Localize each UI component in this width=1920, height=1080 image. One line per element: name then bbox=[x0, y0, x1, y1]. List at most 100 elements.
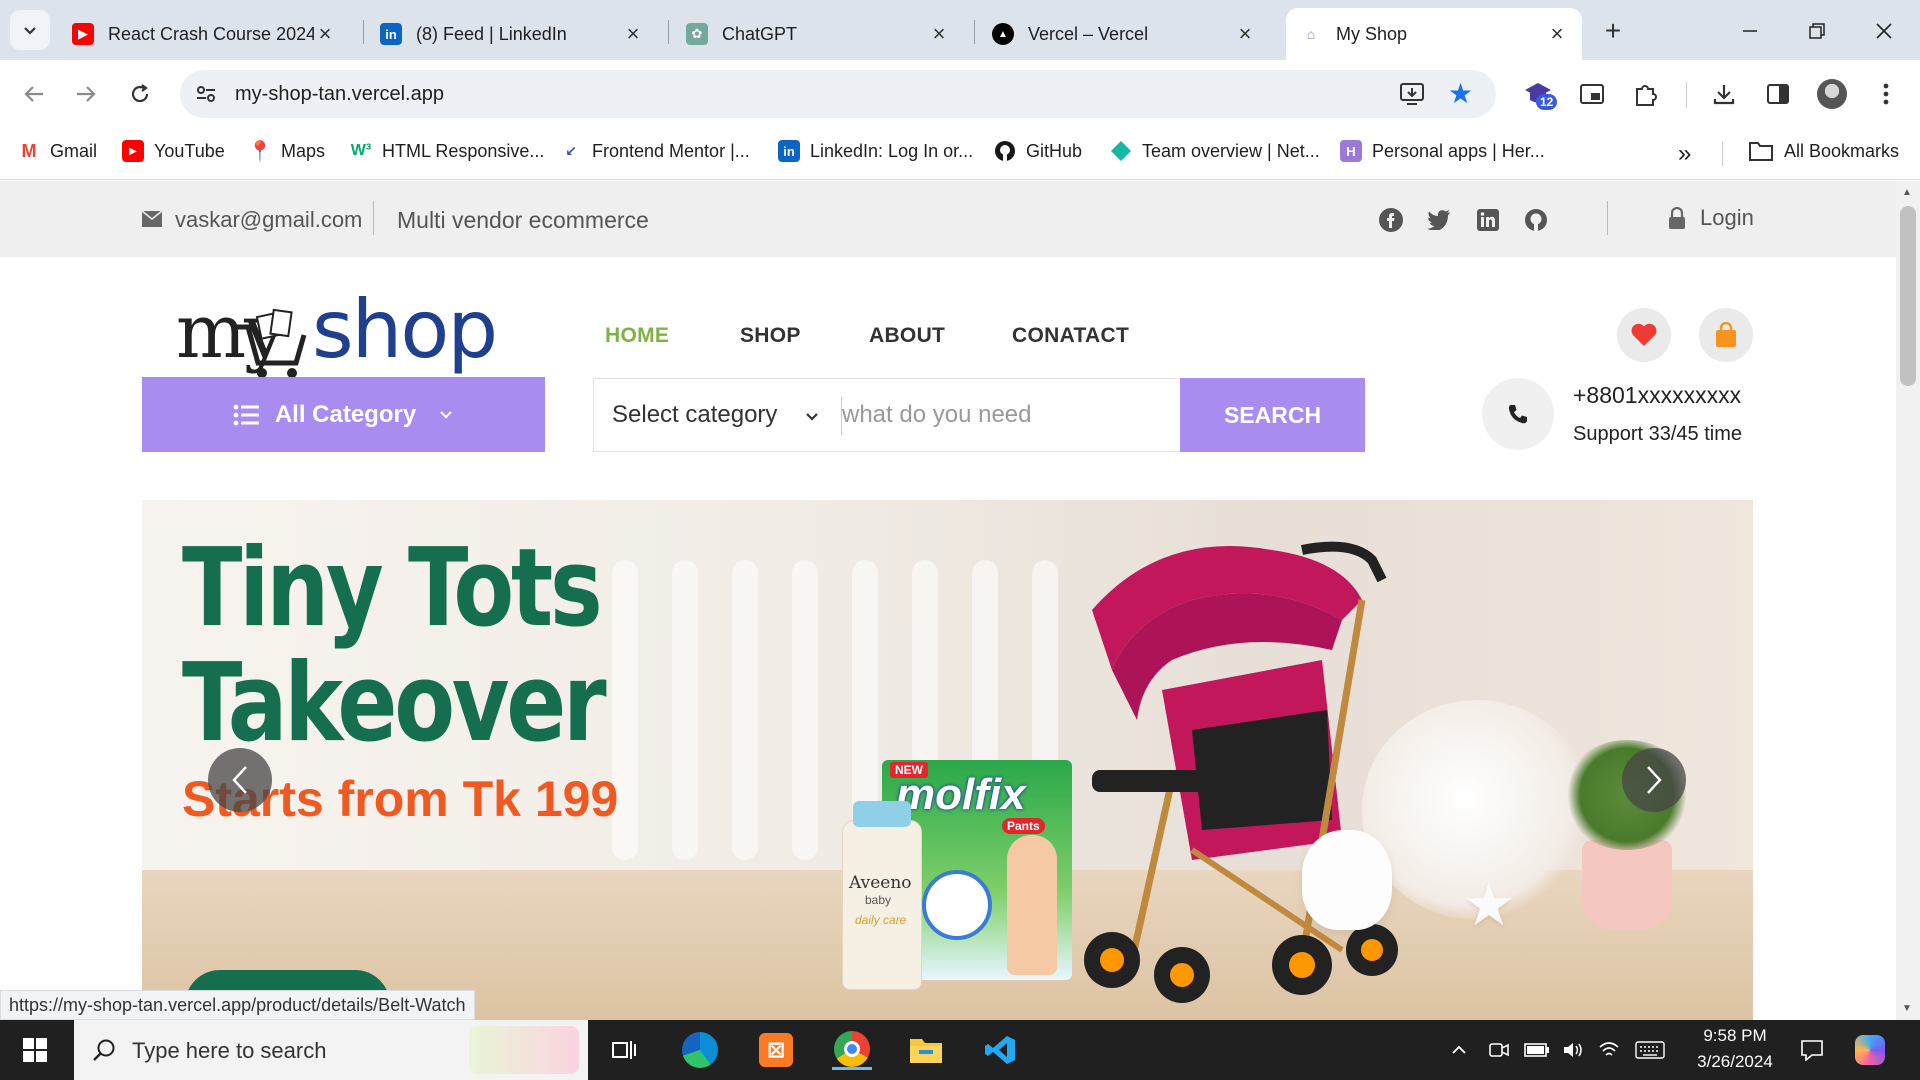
profile-avatar[interactable] bbox=[1812, 74, 1852, 114]
install-app-icon[interactable] bbox=[1398, 80, 1426, 108]
file-explorer-icon[interactable] bbox=[906, 1030, 946, 1070]
bookmark-linkedin[interactable]: in LinkedIn: Log In or... bbox=[778, 140, 973, 162]
close-icon[interactable]: × bbox=[622, 21, 644, 47]
linkedin-icon[interactable] bbox=[1475, 207, 1501, 233]
phone-icon bbox=[1508, 405, 1527, 424]
keyboard-icon[interactable] bbox=[1632, 1030, 1668, 1070]
scroll-up-icon[interactable]: ▲ bbox=[1902, 187, 1912, 198]
bookmark-github[interactable]: GitHub bbox=[994, 140, 1082, 162]
downloads-button[interactable] bbox=[1704, 74, 1744, 114]
all-category-button[interactable]: All Category bbox=[142, 377, 545, 452]
chevron-left-icon bbox=[232, 766, 247, 794]
restore-button[interactable] bbox=[1797, 14, 1837, 48]
close-icon[interactable]: × bbox=[928, 21, 950, 47]
chevron-down-icon bbox=[24, 27, 36, 35]
wifi-icon[interactable] bbox=[1594, 1030, 1624, 1070]
github-icon[interactable] bbox=[1523, 207, 1549, 233]
tab-my-shop[interactable]: ⌂ My Shop × bbox=[1286, 8, 1582, 60]
scrollbar-thumb[interactable] bbox=[1900, 206, 1916, 386]
all-bookmarks[interactable]: All Bookmarks bbox=[1748, 140, 1899, 162]
notifications-icon[interactable] bbox=[1792, 1030, 1832, 1070]
site-tagline: Multi vendor ecommerce bbox=[397, 207, 649, 233]
cart-button[interactable] bbox=[1699, 308, 1753, 362]
login-link[interactable]: Login bbox=[1668, 205, 1754, 231]
twitter-icon[interactable] bbox=[1426, 207, 1452, 233]
taskbar-search[interactable]: Type here to search bbox=[74, 1020, 588, 1080]
side-panel-button[interactable] bbox=[1758, 74, 1798, 114]
bookmark-frontend-mentor[interactable]: ↙ Frontend Mentor |... bbox=[560, 140, 750, 162]
bookmark-heroku[interactable]: H Personal apps | Her... bbox=[1340, 140, 1545, 162]
vscode-icon[interactable] bbox=[980, 1030, 1020, 1070]
close-icon[interactable]: × bbox=[1546, 21, 1568, 47]
list-icon bbox=[233, 404, 259, 425]
extensions-puzzle-icon[interactable] bbox=[1626, 74, 1666, 114]
show-hidden-icons[interactable] bbox=[1444, 1030, 1474, 1070]
nav-shop[interactable]: SHOP bbox=[740, 324, 801, 348]
support-phone: +8801xxxxxxxxx bbox=[1573, 382, 1742, 408]
tab-chatgpt[interactable]: ✿ ChatGPT × bbox=[672, 8, 964, 60]
meet-now-icon[interactable] bbox=[1484, 1030, 1514, 1070]
bookmark-star-icon[interactable]: ★ bbox=[1448, 80, 1476, 108]
lotion-bottle-image: Aveeno baby daily care bbox=[842, 801, 922, 990]
restore-icon bbox=[1809, 23, 1825, 39]
more-bookmarks-button[interactable]: » bbox=[1678, 140, 1691, 168]
carousel-prev-button[interactable] bbox=[208, 748, 272, 812]
extension-button[interactable]: 12 bbox=[1518, 74, 1558, 114]
xampp-icon[interactable]: ⊠ bbox=[756, 1030, 796, 1070]
download-icon bbox=[1713, 85, 1735, 105]
clock[interactable]: 9:58 PM 3/26/2024 bbox=[1680, 1024, 1790, 1076]
folder-icon bbox=[1749, 142, 1773, 161]
kebab-menu-icon bbox=[1883, 83, 1889, 105]
reload-icon bbox=[131, 84, 149, 103]
search-input[interactable] bbox=[842, 391, 1142, 439]
edge-icon[interactable] bbox=[680, 1030, 720, 1070]
close-icon[interactable]: × bbox=[314, 21, 336, 47]
task-view-icon[interactable] bbox=[604, 1030, 644, 1070]
tab-title: ChatGPT bbox=[722, 23, 798, 44]
search-button[interactable]: SEARCH bbox=[1180, 378, 1365, 452]
menu-button[interactable] bbox=[1866, 74, 1906, 114]
bookmark-netlify[interactable]: Team overview | Net... bbox=[1110, 140, 1320, 162]
chrome-icon[interactable] bbox=[832, 1030, 872, 1070]
facebook-icon[interactable] bbox=[1378, 207, 1404, 233]
close-window-button[interactable] bbox=[1864, 14, 1904, 48]
tab-react-crash-course[interactable]: ▶ React Crash Course 2024 × bbox=[58, 8, 350, 60]
volume-icon[interactable] bbox=[1558, 1030, 1588, 1070]
bookmark-gmail[interactable]: M Gmail bbox=[18, 140, 97, 162]
nav-about[interactable]: ABOUT bbox=[869, 324, 945, 348]
forward-button[interactable] bbox=[66, 74, 106, 114]
bookmark-label: Frontend Mentor |... bbox=[592, 140, 750, 161]
battery-icon[interactable] bbox=[1522, 1030, 1552, 1070]
tab-search-button[interactable] bbox=[10, 10, 50, 50]
address-bar[interactable]: my-shop-tan.vercel.app ★ bbox=[180, 70, 1496, 118]
bookmark-youtube[interactable]: ▶ YouTube bbox=[122, 140, 225, 162]
start-button[interactable] bbox=[15, 1030, 55, 1070]
side-panel-icon bbox=[1767, 84, 1789, 104]
minimize-button[interactable] bbox=[1730, 14, 1770, 48]
tab-linkedin-feed[interactable]: in (8) Feed | LinkedIn × bbox=[366, 8, 658, 60]
reload-button[interactable] bbox=[120, 74, 160, 114]
scroll-down-icon[interactable]: ▼ bbox=[1902, 1003, 1912, 1014]
tab-vercel[interactable]: ▲ Vercel – Vercel × bbox=[978, 8, 1270, 60]
nav-home[interactable]: HOME bbox=[605, 324, 669, 348]
linkedin-icon: in bbox=[778, 140, 800, 162]
carousel-next-button[interactable] bbox=[1622, 748, 1686, 812]
site-logo[interactable]: my shop bbox=[176, 283, 498, 379]
page-scrollbar[interactable]: ▲ ▼ bbox=[1896, 181, 1920, 1020]
close-icon[interactable]: × bbox=[1234, 21, 1256, 47]
picture-in-picture-icon[interactable] bbox=[1572, 74, 1612, 114]
bookmark-maps[interactable]: 📍 Maps bbox=[248, 140, 325, 163]
copilot-icon[interactable] bbox=[1850, 1030, 1890, 1070]
bookmark-html-responsive[interactable]: W³ HTML Responsive... bbox=[350, 140, 544, 162]
browser-tab-strip: ▶ React Crash Course 2024 × in (8) Feed … bbox=[0, 0, 1920, 60]
site-info-icon[interactable] bbox=[194, 82, 220, 106]
taskbar-search-placeholder: Type here to search bbox=[132, 1038, 327, 1063]
shopping-bag-icon bbox=[1716, 322, 1736, 347]
search-icon bbox=[93, 1039, 115, 1061]
windows-icon bbox=[23, 1038, 47, 1062]
nav-contact[interactable]: CONATACT bbox=[1012, 324, 1129, 348]
category-select[interactable]: Select category bbox=[594, 379, 839, 451]
wishlist-button[interactable] bbox=[1617, 308, 1671, 362]
back-button[interactable] bbox=[14, 74, 54, 114]
new-tab-button[interactable]: + bbox=[1596, 14, 1630, 48]
